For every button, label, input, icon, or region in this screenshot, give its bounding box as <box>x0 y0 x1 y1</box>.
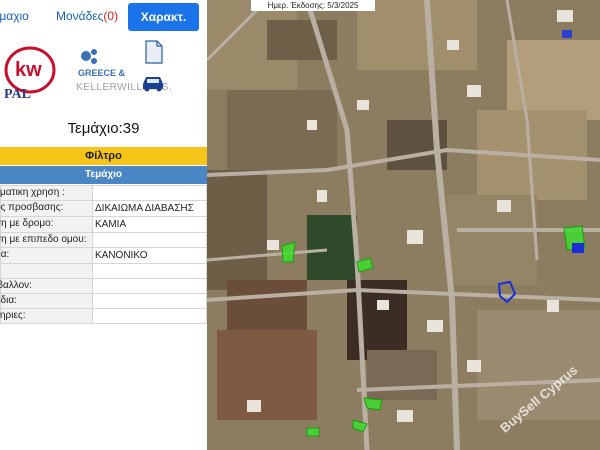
info-row: ος προσβασης: ΔΙΚΑΙΩΜΑ ΔΙΑΒΑΣΗΣ <box>0 200 207 217</box>
info-key-text: ος προσβασης: <box>0 202 64 213</box>
features-button[interactable]: Χαρακτ. <box>128 3 199 31</box>
info-key: οδια: <box>0 293 93 309</box>
info-row: μα: ΚΑΝΟΝΙΚΟ <box>0 247 207 264</box>
info-value <box>92 293 207 309</box>
tab-units[interactable]: Μονάδες(0) <box>56 9 118 23</box>
info-value <box>92 232 207 248</box>
info-key: μα: <box>0 247 93 264</box>
info-row: ληριες: <box>0 308 207 324</box>
info-key: ιβαλλον: <box>0 278 93 294</box>
info-key: ση με δρομο: <box>0 216 93 233</box>
kml-file-icon[interactable] <box>145 40 163 64</box>
info-value: ΚΑΝΟΝΙΚΟ <box>92 247 207 264</box>
info-key-text: οδια: <box>0 295 17 306</box>
info-key: ληριες: <box>0 308 93 324</box>
info-panel: εμαχιο Μονάδες(0) Χαρακτ. kw PAL GREECE … <box>0 0 207 450</box>
info-value <box>92 278 207 294</box>
parcel-highlight-selected[interactable] <box>572 243 584 253</box>
svg-text:PAL: PAL <box>4 87 31 102</box>
map-imagery <box>207 0 600 450</box>
info-key: ση με επιπεδο ομου: <box>0 232 93 248</box>
issue-date: Ημερ. Έκδοσης: 5/3/2025 <box>251 0 375 11</box>
info-row: : <box>0 263 207 279</box>
units-count: (0) <box>103 9 119 23</box>
info-key: ος προσβασης: <box>0 200 93 217</box>
info-key: γματικη χρηση : <box>0 185 93 201</box>
info-row: ση με δρομο: ΚΑΜΙΑ <box>0 216 207 233</box>
tab-units-label: Μονάδες <box>56 9 104 23</box>
parcel-highlight[interactable] <box>281 241 296 263</box>
info-row: ση με επιπεδο ομου: <box>0 232 207 248</box>
section-header: Τεμάχιο <box>0 166 207 184</box>
info-key: : <box>0 263 93 279</box>
svg-text:GREECE &: GREECE & <box>78 68 126 78</box>
top-toolbar: εμαχιο Μονάδες(0) Χαρακτ. <box>0 0 207 36</box>
info-key-text: ιβαλλον: <box>0 280 32 291</box>
parcel-highlight[interactable] <box>306 427 320 437</box>
parcel-highlight[interactable] <box>363 397 383 411</box>
kw-logo: kw PAL <box>4 46 56 102</box>
info-key-text: : <box>0 265 90 277</box>
info-value <box>92 263 207 279</box>
info-value: ΚΑΜΙΑ <box>92 216 207 233</box>
tab-parcel[interactable]: εμαχιο <box>0 9 29 23</box>
info-row: γματικη χρηση : <box>0 185 207 201</box>
info-value-text: ΔΙΚΑΙΩΜΑ ΔΙΑΒΑΣΗΣ <box>95 203 194 214</box>
info-key-text: ληριες: <box>0 310 26 321</box>
info-row: οδια: <box>0 293 207 309</box>
info-value <box>92 308 207 324</box>
filter-bar[interactable]: Φίλτρο <box>0 147 207 165</box>
parcel-info-table: γματικη χρηση : ος προσβασης: ΔΙΚΑΙΩΜΑ ΔΙΑ… <box>0 185 207 324</box>
car-icon[interactable] <box>140 74 166 92</box>
satellite-map[interactable]: Ημερ. Έκδοσης: 5/3/2025 BuySell Cyprus <box>207 0 600 450</box>
greece-cyprus-logo: GREECE & <box>78 49 126 78</box>
info-key-text: μα: <box>0 249 10 260</box>
info-value: ΔΙΚΑΙΩΜΑ ΔΙΑΒΑΣΗΣ <box>92 200 207 217</box>
info-value-text: ΚΑΝΟΝΙΚΟ <box>95 250 148 261</box>
logo-area: kw PAL GREECE & KELLERWILLIAMS. <box>0 36 207 108</box>
svg-text:kw: kw <box>15 59 42 81</box>
info-value <box>92 185 207 201</box>
info-key-text: ση με επιπεδο ομου: <box>0 234 87 245</box>
info-key-text: γματικη χρηση : <box>0 187 65 198</box>
info-key-text: ση με δρομο: <box>0 218 54 229</box>
info-row: ιβαλλον: <box>0 278 207 294</box>
parcel-title: Τεμάχιο:39 <box>67 120 140 137</box>
info-value-text: ΚΑΜΙΑ <box>95 219 127 230</box>
